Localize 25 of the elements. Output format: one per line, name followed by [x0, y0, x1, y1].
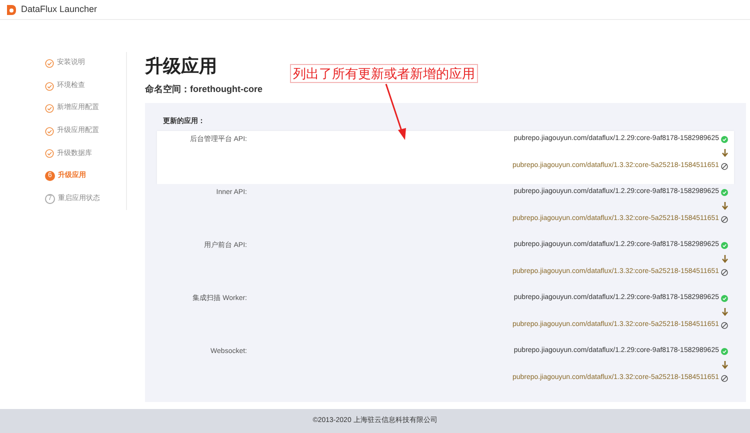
check-circle-icon	[721, 136, 728, 143]
check-circle-icon	[721, 242, 728, 249]
annotation-text: 列出了所有更新或者新增的应用	[290, 64, 478, 83]
check-circle-icon	[45, 59, 54, 68]
namespace-label: 命名空间：forethought-core	[145, 83, 264, 96]
down-arrow-icon	[722, 202, 728, 210]
down-arrow-icon	[722, 361, 728, 369]
logo-icon	[5, 4, 17, 16]
check-circle-icon	[721, 348, 728, 355]
prohibited-icon	[721, 375, 728, 382]
down-arrow-icon	[722, 308, 728, 316]
check-circle-icon	[45, 104, 54, 114]
prohibited-icon	[721, 269, 728, 276]
check-circle-icon	[721, 295, 728, 302]
check-circle-icon	[45, 149, 54, 158]
down-arrow-icon	[722, 255, 728, 263]
page-title: 升级应用	[145, 55, 217, 77]
prohibited-icon	[721, 163, 728, 170]
down-arrow-icon	[722, 149, 728, 157]
prohibited-icon	[721, 322, 728, 329]
check-circle-icon	[45, 126, 54, 136]
app-title: DataFlux Launcher	[21, 2, 98, 16]
check-circle-icon	[45, 82, 54, 91]
check-circle-icon	[721, 189, 728, 196]
prohibited-icon	[721, 216, 728, 223]
